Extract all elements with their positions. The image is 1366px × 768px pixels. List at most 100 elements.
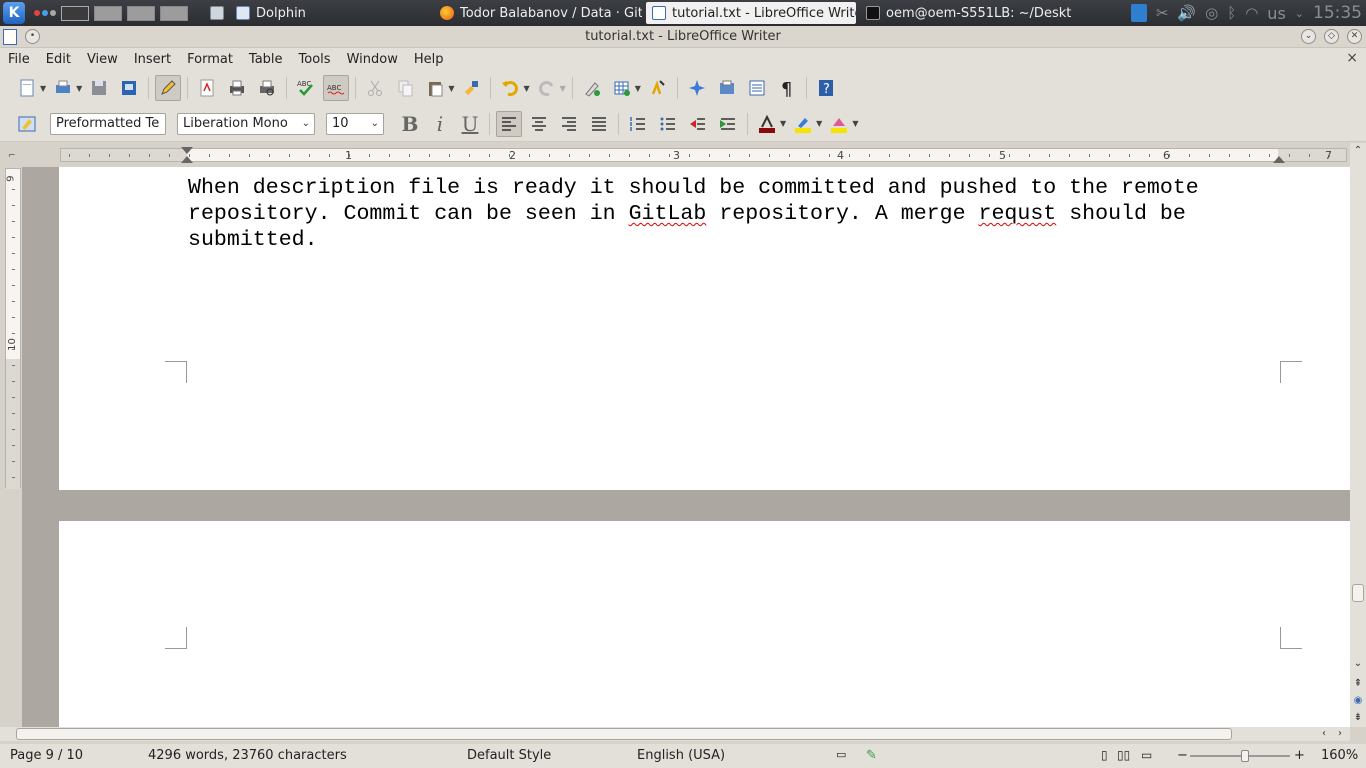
print-quick-button[interactable] — [50, 75, 76, 101]
document-page[interactable] — [59, 521, 1350, 727]
scroll-down-icon[interactable]: ⌄ — [1350, 656, 1366, 672]
menu-help[interactable]: Help — [406, 52, 452, 67]
minimize-button[interactable]: ⌄ — [1301, 29, 1316, 44]
help-button[interactable]: ? — [813, 75, 839, 101]
open-dropdown-icon[interactable]: ▼ — [76, 84, 82, 93]
tab-stop-selector-icon[interactable]: ⌐ — [8, 151, 16, 161]
menu-format[interactable]: Format — [179, 52, 241, 67]
justify-button[interactable] — [586, 111, 612, 137]
document-page[interactable]: When description file is ready it should… — [59, 167, 1350, 490]
undo-dropdown-icon[interactable]: ▼ — [523, 84, 529, 93]
print-preview-button[interactable] — [254, 75, 280, 101]
font-color-button[interactable] — [754, 111, 780, 137]
keyboard-layout[interactable]: us — [1267, 4, 1285, 23]
menu-insert[interactable]: Insert — [126, 52, 179, 67]
scroll-up-icon[interactable]: ⌃ — [1350, 143, 1366, 159]
bullets-button[interactable] — [655, 111, 681, 137]
horizontal-scroll-thumb[interactable] — [16, 728, 1232, 740]
taskbar-task-dolphin[interactable]: Dolphin — [230, 2, 430, 24]
new-document-button[interactable] — [14, 75, 40, 101]
multi-page-view-icon[interactable]: ▯▯ — [1117, 748, 1130, 762]
clock[interactable]: 15:35 — [1313, 3, 1362, 23]
background-color-dropdown-icon[interactable]: ▼ — [852, 119, 858, 128]
activity-icon[interactable] — [34, 10, 56, 16]
align-left-button[interactable] — [496, 110, 522, 137]
increase-indent-button[interactable] — [715, 111, 741, 137]
highlighting-dropdown-icon[interactable]: ▼ — [816, 119, 822, 128]
align-center-button[interactable] — [526, 111, 552, 137]
decrease-indent-button[interactable] — [685, 111, 711, 137]
network-globe-icon[interactable]: ◎ — [1205, 4, 1218, 22]
taskbar-show-desktop-icon[interactable] — [208, 2, 226, 24]
language[interactable]: English (USA) — [637, 748, 725, 763]
font-size-select[interactable]: 10 ⌄ — [326, 112, 384, 135]
close-document-button[interactable]: × — [1346, 50, 1358, 66]
document-text[interactable]: When description file is ready it should… — [188, 175, 1258, 253]
horizontal-ruler[interactable]: ⌐ 1 2 3 4 5 6 7 — [0, 143, 1350, 167]
navigator-button[interactable] — [684, 75, 710, 101]
clone-formatting-button[interactable] — [458, 75, 484, 101]
single-page-view-icon[interactable]: ▯ — [1101, 748, 1108, 762]
menu-window[interactable]: Window — [339, 52, 406, 67]
export-pdf-button[interactable] — [194, 75, 220, 101]
scissors-icon[interactable]: ✂ — [1156, 4, 1169, 22]
menu-edit[interactable]: Edit — [38, 52, 79, 67]
selection-mode-icon[interactable]: ▭ — [836, 748, 846, 761]
save-button[interactable] — [86, 75, 112, 101]
page-style[interactable]: Default Style — [467, 748, 551, 763]
navigation-icon[interactable]: ◉ — [1350, 693, 1366, 709]
new-dropdown-icon[interactable]: ▼ — [40, 84, 46, 93]
volume-icon[interactable]: 🔊 — [1177, 4, 1196, 22]
font-name-select[interactable]: Liberation Mono ⌄ — [177, 112, 315, 135]
align-right-button[interactable] — [556, 111, 582, 137]
zoom-level[interactable]: 160% — [1321, 748, 1358, 763]
paragraph-style-select[interactable]: Preformatted Te ⌄ — [50, 112, 166, 135]
zoom-slider[interactable] — [1190, 755, 1290, 757]
virtual-desktop-3[interactable] — [127, 5, 155, 21]
save-as-button[interactable] — [116, 75, 142, 101]
zoom-slider-handle[interactable] — [1241, 750, 1249, 762]
book-view-icon[interactable]: ▭ — [1141, 748, 1152, 762]
document-area[interactable]: When description file is ready it should… — [22, 167, 1350, 727]
edit-mode-button[interactable] — [155, 75, 182, 101]
undo-button[interactable] — [497, 75, 523, 101]
auto-spellcheck-button[interactable]: ABC — [323, 75, 350, 101]
redo-dropdown-icon[interactable]: ▼ — [560, 84, 566, 93]
scroll-left-icon[interactable]: ‹ — [1316, 726, 1332, 742]
wifi-icon[interactable]: ◠ — [1245, 4, 1258, 22]
cut-button[interactable] — [362, 75, 388, 101]
next-page-icon[interactable]: ⇟ — [1350, 710, 1366, 726]
zoom-out-icon[interactable]: − — [1177, 748, 1188, 763]
bold-button[interactable]: B — [397, 111, 423, 137]
tray-expand-icon[interactable]: ⌄ — [1295, 7, 1304, 20]
print-button[interactable] — [224, 75, 250, 101]
left-indent-marker-bottom[interactable] — [181, 156, 193, 163]
formatting-marks-button[interactable]: ¶ — [774, 75, 800, 101]
zoom-in-icon[interactable]: + — [1294, 748, 1305, 763]
highlighting-button[interactable] — [790, 111, 816, 137]
show-draw-functions-button[interactable] — [645, 75, 671, 101]
redo-button[interactable] — [534, 75, 560, 101]
virtual-desktop-2[interactable] — [94, 5, 122, 21]
document-modified-icon[interactable]: ✎ — [866, 748, 877, 763]
menu-table[interactable]: Table — [241, 52, 291, 67]
italic-button[interactable]: i — [427, 111, 453, 137]
clipboard-icon[interactable] — [1130, 4, 1147, 22]
taskbar-task-writer[interactable]: tutorial.txt - LibreOffice Writer — [646, 2, 856, 24]
background-color-button[interactable] — [826, 111, 852, 137]
scroll-right-icon[interactable]: › — [1332, 726, 1348, 742]
vertical-ruler[interactable]: 9 10 — [5, 168, 21, 489]
vertical-scrollbar[interactable]: ⌃ ⌄ ⇞ ◉ ⇟ — [1350, 143, 1366, 727]
virtual-desktop-4[interactable] — [160, 5, 188, 21]
left-indent-marker[interactable] — [181, 147, 193, 154]
bluetooth-icon[interactable]: ᛒ — [1227, 4, 1236, 22]
taskbar-task-firefox[interactable]: Todor Balabanov / Data · GitLab — [434, 2, 642, 24]
hyperlink-button[interactable] — [579, 75, 605, 101]
close-window-button[interactable]: ✕ — [1347, 29, 1362, 44]
misspelled-word[interactable]: requst — [979, 202, 1057, 226]
copy-button[interactable] — [392, 75, 418, 101]
menu-file[interactable]: File — [0, 52, 38, 67]
misspelled-word[interactable]: GitLab — [629, 202, 707, 226]
underline-button[interactable]: U — [457, 111, 483, 137]
word-count[interactable]: 4296 words, 23760 characters — [148, 748, 347, 763]
